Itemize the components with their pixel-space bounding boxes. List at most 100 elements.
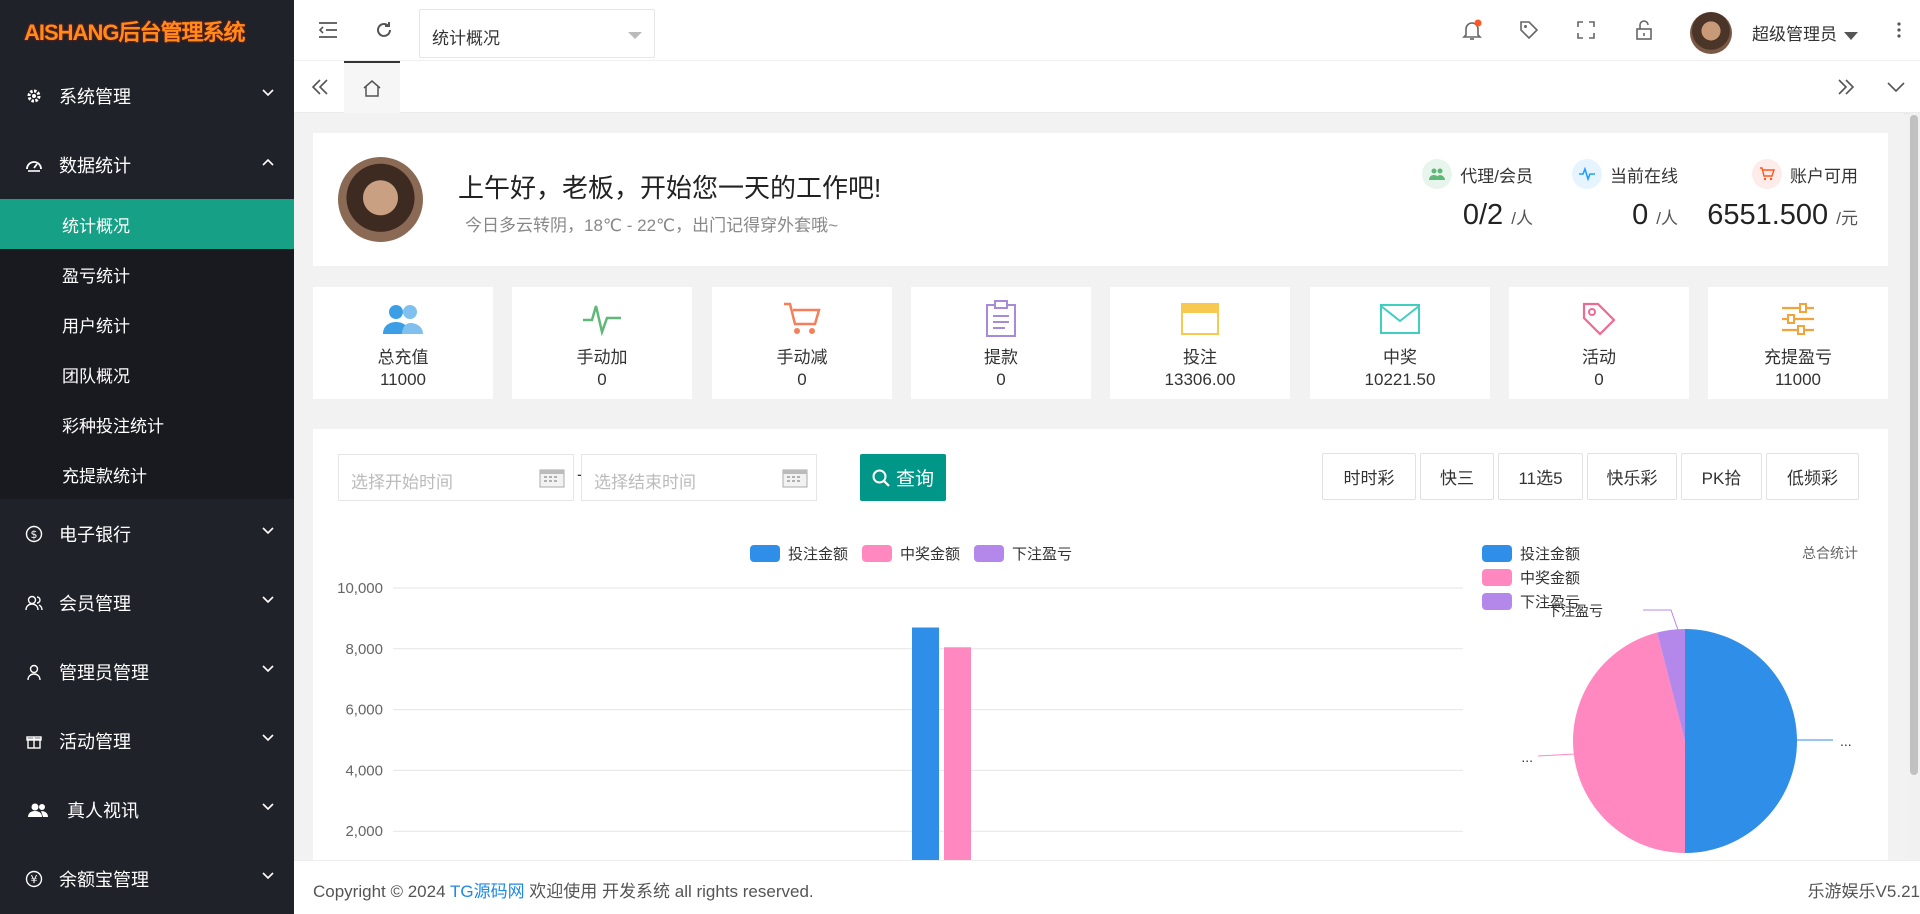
tabs-scroll-right-icon[interactable] — [1834, 75, 1858, 99]
sidebar-subitem-profit[interactable]: 盈亏统计 — [0, 249, 294, 299]
dollar-icon: $ — [24, 524, 44, 544]
card-wins[interactable]: 中奖 10221.50 — [1310, 287, 1490, 399]
pie-slice[interactable] — [1685, 629, 1797, 853]
y-tick-label: 8,000 — [345, 641, 383, 658]
sidebar-subitem-team[interactable]: 团队概况 — [0, 349, 294, 399]
sidebar-item-statistics[interactable]: 数据统计 — [0, 130, 294, 199]
cart-icon — [712, 297, 892, 341]
card-total-deposit[interactable]: 总充值 11000 — [313, 287, 493, 399]
chart-panel: 选择开始时间 - 选择结束时间 查询 时时彩 快三 11选5 快乐彩 PK拾 低… — [313, 429, 1888, 860]
clipboard-icon — [911, 297, 1091, 341]
greeting: 上午好，老板，开始您一天的工作吧! — [458, 173, 882, 203]
category-button-dpc[interactable]: 低频彩 — [1766, 453, 1859, 500]
category-button-pk10[interactable]: PK拾 — [1681, 453, 1762, 500]
statistics-submenu: 统计概况 盈亏统计 用户统计 团队概况 彩种投注统计 充提款统计 — [0, 199, 294, 499]
y-tick-label: 10,000 — [337, 580, 383, 597]
users-icon — [313, 297, 493, 341]
tab-home[interactable] — [344, 61, 400, 113]
sidebar-item-system[interactable]: 系统管理 — [0, 61, 294, 130]
card-value: 0 — [1594, 370, 1604, 389]
avatar — [338, 157, 423, 242]
y-tick-label: 6,000 — [345, 702, 383, 719]
sidebar-item-label: 活动管理 — [59, 731, 131, 752]
sidebar-item-live-video[interactable]: 真人视讯 — [0, 775, 294, 844]
sidebar-item-label: 会员管理 — [59, 593, 131, 614]
refresh-icon[interactable] — [372, 18, 396, 42]
agent-icon — [1422, 159, 1453, 189]
card-value: 11000 — [379, 370, 426, 389]
chevron-down-icon — [628, 32, 642, 39]
tag-icon[interactable] — [1517, 18, 1541, 42]
legend-swatch — [862, 545, 893, 562]
card-value: 0 — [797, 370, 807, 389]
sidebar-item-yuebao[interactable]: ¥ 余额宝管理 — [0, 844, 294, 913]
footer-version: 乐游娱乐V5.21 — [1807, 882, 1920, 901]
stat-label: 代理/会员 — [1460, 166, 1533, 186]
category-button-k3[interactable]: 快三 — [1420, 453, 1494, 500]
end-date-input[interactable]: 选择结束时间 — [581, 454, 817, 501]
stat-unit: 人 — [1661, 209, 1678, 228]
bell-icon[interactable] — [1460, 18, 1484, 42]
pie-chart: ...... 下注盈亏 — [1521, 603, 1852, 853]
svg-text:¥: ¥ — [31, 873, 38, 886]
group-icon — [28, 800, 48, 820]
card-bets[interactable]: 投注 13306.00 — [1110, 287, 1290, 399]
sidebar-item-ebank[interactable]: $ 电子银行 — [0, 499, 294, 568]
pie-title: 总合统计 — [1802, 545, 1858, 561]
fullscreen-icon[interactable] — [1574, 18, 1598, 42]
stat-value: 6551.500 — [1707, 199, 1829, 231]
tabs-bar — [294, 61, 1920, 113]
sidebar-item-activities[interactable]: 活动管理 — [0, 706, 294, 775]
bar-win-amount[interactable] — [944, 647, 971, 860]
card-manual-sub[interactable]: 手动减 0 — [712, 287, 892, 399]
sidebar-item-label: 真人视讯 — [67, 800, 139, 821]
stat-unit: 元 — [1841, 209, 1858, 228]
category-button-ssc[interactable]: 时时彩 — [1322, 453, 1416, 500]
tabs-menu-chevron-icon[interactable] — [1884, 75, 1908, 99]
card-value: 10221.50 — [1364, 370, 1436, 389]
app-logo[interactable]: AISHANG后台管理系统 — [0, 0, 294, 61]
stat-online: 当前在线 0 /人 — [1572, 159, 1678, 232]
sidebar-subitem-lottery[interactable]: 彩种投注统计 — [0, 399, 294, 449]
chevron-down-icon — [262, 665, 274, 673]
content-scrollbar[interactable] — [1908, 113, 1920, 860]
legend-label[interactable]: 下注盈亏 — [1012, 543, 1072, 564]
card-manual-add[interactable]: 手动加 0 — [512, 287, 692, 399]
query-button[interactable]: 查询 — [860, 454, 946, 501]
sidebar-subitem-overview[interactable]: 统计概况 — [0, 199, 294, 249]
pie-legend-item[interactable]: 投注金额 — [1482, 543, 1580, 564]
footer-link[interactable]: TG源码网 — [450, 882, 525, 901]
start-date-input[interactable]: 选择开始时间 — [338, 454, 574, 501]
card-icon — [1110, 297, 1290, 341]
admin-dropdown[interactable]: 超级管理员 — [1752, 20, 1858, 45]
summary-cards: 总充值 11000 手动加 0 手动减 0 提款 0 投注 13306.00 中… — [313, 287, 1888, 399]
sidebar-item-members[interactable]: 会员管理 — [0, 568, 294, 637]
category-button-klc[interactable]: 快乐彩 — [1587, 453, 1677, 500]
query-button-label: 查询 — [895, 469, 934, 490]
pie-label: 下注盈亏 — [1547, 603, 1603, 619]
tabs-scroll-left-icon[interactable] — [308, 75, 332, 99]
card-title: 活动 — [1582, 348, 1616, 367]
collapse-menu-icon[interactable] — [316, 18, 340, 42]
page-select-value: 统计概况 — [432, 29, 500, 48]
calendar-icon — [782, 469, 808, 488]
card-net[interactable]: 充提盈亏 11000 — [1708, 287, 1888, 399]
more-icon[interactable] — [1887, 18, 1911, 42]
card-title: 总充值 — [377, 348, 429, 367]
bar-bet-amount[interactable] — [912, 627, 939, 860]
chevron-down-icon — [262, 734, 274, 742]
scrollbar-thumb[interactable] — [1910, 115, 1918, 775]
avatar[interactable] — [1690, 12, 1732, 54]
user-icon — [24, 662, 44, 682]
sidebar-subitem-deposit[interactable]: 充提款统计 — [0, 449, 294, 499]
category-button-11x5[interactable]: 11选5 — [1498, 453, 1583, 500]
sidebar-item-admins[interactable]: 管理员管理 — [0, 637, 294, 706]
page-select[interactable]: 统计概况 — [419, 9, 655, 58]
lock-icon[interactable] — [1632, 18, 1656, 42]
legend-label[interactable]: 投注金额 — [788, 543, 848, 564]
card-activity[interactable]: 活动 0 — [1509, 287, 1689, 399]
card-withdraw[interactable]: 提款 0 — [911, 287, 1091, 399]
sidebar-subitem-users[interactable]: 用户统计 — [0, 299, 294, 349]
yen-icon: ¥ — [24, 869, 44, 889]
legend-label[interactable]: 中奖金额 — [900, 543, 960, 564]
